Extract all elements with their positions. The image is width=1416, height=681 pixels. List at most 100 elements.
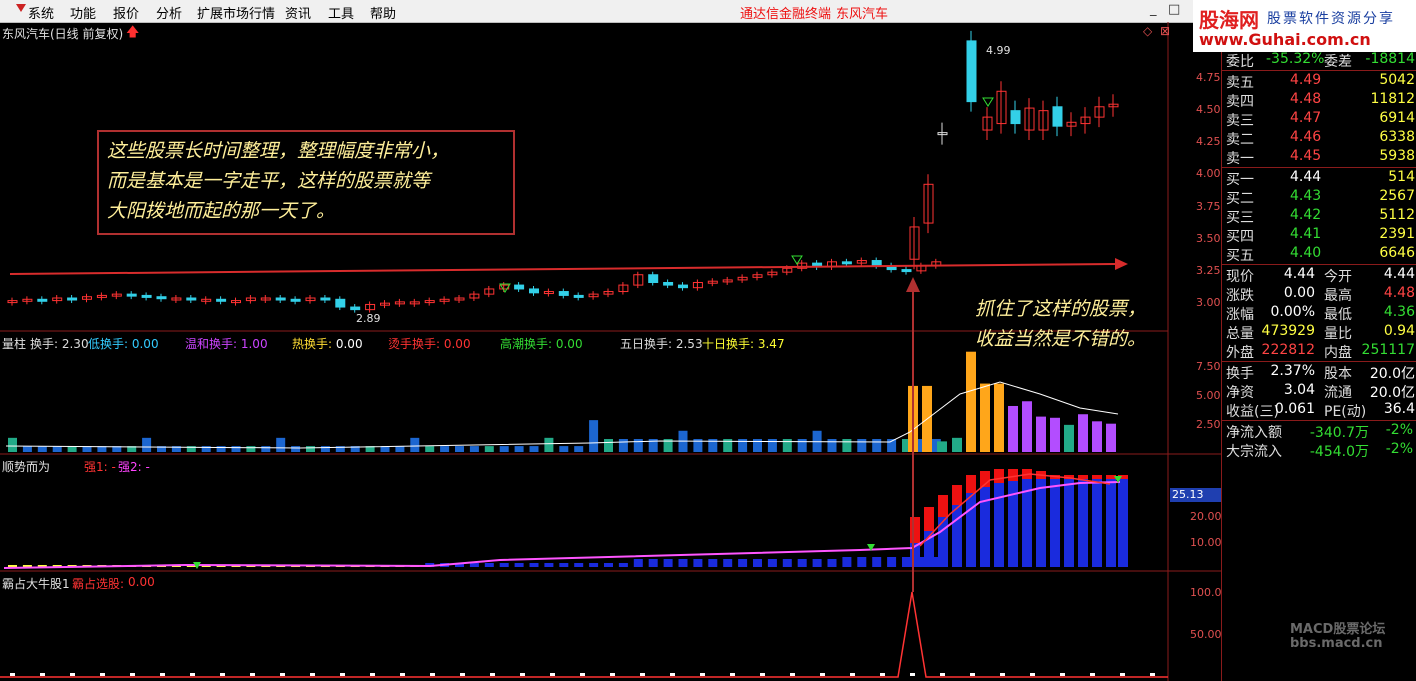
close-chart-icon[interactable]: ⊠	[1160, 24, 1170, 38]
volume-bar	[1008, 405, 1018, 452]
bull-tick-dot	[520, 673, 525, 676]
trend-bar	[1050, 479, 1060, 567]
flow-value: -454.0万	[1309, 444, 1369, 460]
vol-legend-name: 温和换手: 1.00	[185, 337, 268, 351]
bull-tick-dot	[880, 673, 885, 676]
menu-help[interactable]: 帮助	[370, 3, 396, 22]
bid-volume: 514	[1388, 169, 1415, 185]
app-menu-icon[interactable]	[16, 4, 26, 12]
volume-bar	[618, 439, 628, 452]
volume-bar	[1106, 423, 1116, 452]
ask-label: 卖二	[1226, 132, 1254, 148]
trend-bar	[499, 563, 509, 567]
trend-bar-strong	[1078, 475, 1088, 479]
fund-value: 0.061	[1274, 401, 1315, 417]
quote-row: 涨跌 0.00 最高 4.48	[1222, 284, 1416, 304]
volume-bar	[425, 446, 435, 452]
trend-tick: 20.00	[1190, 510, 1222, 523]
flow-pct: -2%	[1385, 422, 1413, 438]
trend-bar	[887, 557, 897, 567]
bull-tick-dot	[100, 673, 105, 676]
trend-bar	[663, 559, 673, 567]
price-candle	[186, 297, 197, 301]
volume-bar	[52, 446, 62, 452]
stock-title: 东风汽车	[836, 7, 889, 22]
trend-bar	[842, 557, 852, 567]
terminal-title: 通达信金融终端	[740, 7, 832, 22]
menu-extended-market[interactable]: 扩展市场行情	[197, 3, 275, 22]
volume-bar	[1078, 414, 1088, 452]
menu-news[interactable]: 资讯	[285, 3, 311, 22]
vol-legend-name: 十日换手: 3.47	[702, 337, 785, 351]
bull-tick-dot	[640, 673, 645, 676]
bull-tick-dot	[700, 673, 705, 676]
volume-bar	[966, 351, 976, 452]
menu-system[interactable]: 系统	[28, 3, 54, 22]
volume-bar	[1050, 417, 1060, 452]
volume-ma-line	[5, 381, 1119, 449]
volume-bar	[633, 439, 643, 452]
volume-bar	[937, 441, 947, 452]
trend-line-horizontal	[9, 263, 1116, 275]
menu-function[interactable]: 功能	[70, 3, 96, 22]
volume-bar	[306, 446, 315, 452]
ask-volume: 6338	[1379, 129, 1415, 145]
bid-volume: 2567	[1379, 188, 1415, 204]
price-candle	[901, 269, 912, 273]
price-candle	[841, 261, 852, 265]
volume-bar	[142, 437, 152, 452]
stat-label: 现价	[1226, 269, 1254, 285]
bull-tick: 50.00	[1190, 628, 1222, 641]
trend-bar	[952, 505, 962, 567]
quote-row: 买二 4.43 2567	[1222, 187, 1416, 207]
annotation-right: 收益当然是不错的。	[975, 328, 1147, 350]
price-tick: 3.50	[1196, 232, 1221, 245]
bid-price: 4.40	[1290, 245, 1322, 261]
diamond-icon[interactable]: ◇	[1143, 24, 1152, 38]
bull-tick-dot	[610, 673, 615, 676]
trend-bar	[782, 559, 792, 567]
stat-value: 222812	[1261, 342, 1315, 358]
ask-price: 4.47	[1290, 110, 1322, 126]
restore-icon[interactable]: □	[1168, 2, 1180, 17]
menu-analysis[interactable]: 分析	[156, 3, 182, 22]
high-price-label: 4.99	[986, 44, 1011, 57]
volume-bar	[320, 446, 330, 452]
volume-bar	[261, 446, 271, 452]
volume-bar	[529, 446, 539, 452]
quote-row: 总量 473929 量比 0.94	[1222, 322, 1416, 342]
trend-bar-strong	[924, 507, 934, 531]
price-tick: 3.00	[1196, 296, 1221, 309]
bull-tick-dot	[1030, 673, 1035, 676]
price-tick: 4.25	[1196, 135, 1221, 148]
fund-value: 3.04	[1283, 382, 1315, 398]
arrow-head-icon	[1115, 258, 1128, 270]
ask-label: 卖四	[1226, 94, 1254, 110]
bid-volume: 2391	[1379, 226, 1415, 242]
volume-bar	[410, 437, 420, 452]
volume-bar	[1064, 424, 1074, 452]
bid-price: 4.42	[1290, 207, 1322, 223]
minimize-icon[interactable]: _	[1150, 2, 1157, 17]
menu-quote[interactable]: 报价	[113, 3, 139, 22]
trend-current-badge: 25.13	[1170, 488, 1221, 502]
bull-tick-dot	[490, 673, 495, 676]
vol-panel-title: 量柱	[2, 337, 27, 351]
fund-value-2: 20.0亿	[1369, 385, 1415, 401]
watermark-brand: 股海网	[1199, 8, 1259, 32]
volume-bar	[22, 446, 32, 452]
price-candle	[558, 291, 569, 296]
menu-tools[interactable]: 工具	[328, 3, 354, 22]
trend-bar	[484, 563, 494, 567]
volume-bar	[8, 437, 17, 452]
volume-bar	[604, 439, 613, 452]
bull-tick-dot	[280, 673, 285, 676]
trend-s1: 强1: -	[84, 460, 116, 474]
volume-bar	[469, 446, 479, 452]
bull-tick-dot	[550, 673, 555, 676]
stat-label-2: 最低	[1324, 307, 1352, 323]
chart-area: 东风汽车(日线 前复权) 🡅 ◇ ⊠ 4.99 2.89 4.75 4.50 4…	[0, 22, 1385, 681]
bull-tick-dot	[910, 673, 915, 676]
fund-value-2: 20.0亿	[1369, 366, 1415, 382]
bull-tick-dot	[820, 673, 825, 676]
